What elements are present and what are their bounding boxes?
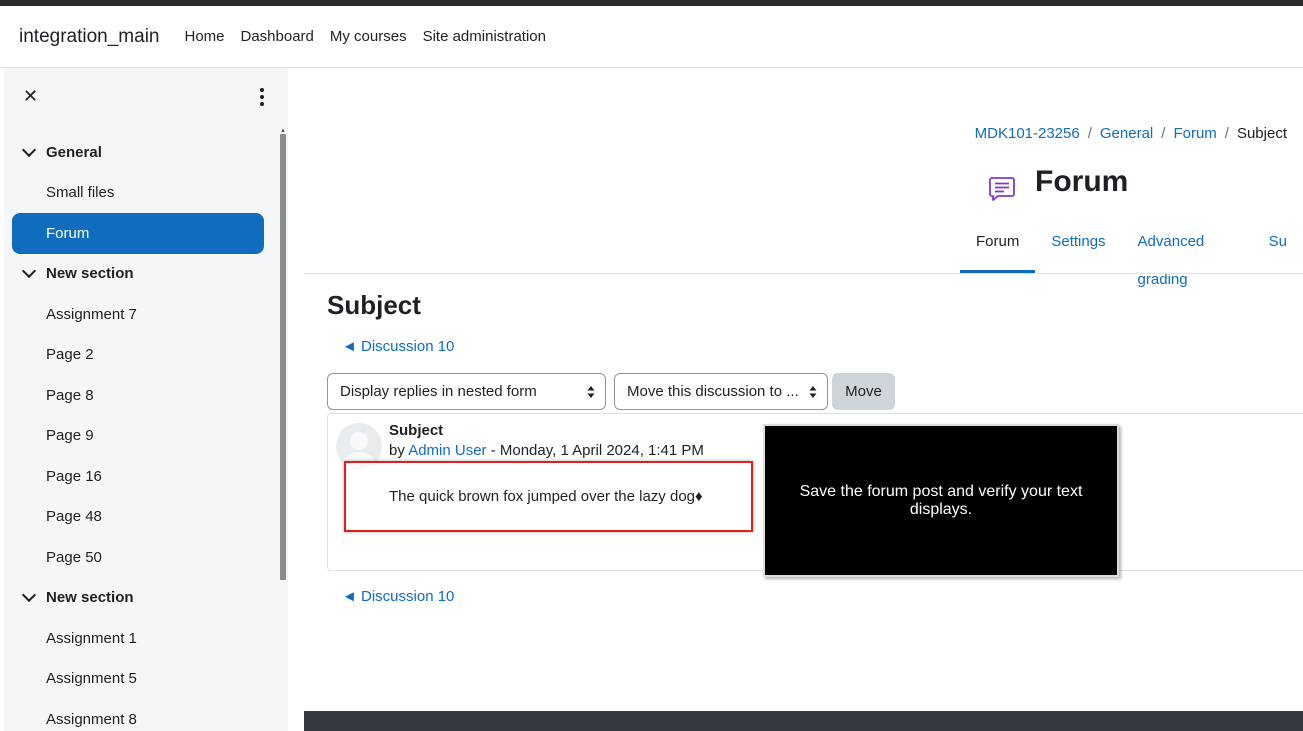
course-index-item[interactable]: Assignment 7 — [4, 294, 280, 335]
display-mode-select-value: Display replies in nested form — [340, 383, 537, 400]
scroll-up-arrow[interactable]: ▲ — [280, 128, 286, 134]
secondary-navigation: Forum Settings Advanced grading Su — [960, 223, 1303, 288]
breadcrumb-separator: / — [1087, 125, 1092, 142]
tab-subscriptions[interactable]: Su — [1253, 223, 1303, 273]
breadcrumb-course[interactable]: MDK101-23256 — [975, 125, 1080, 142]
move-discussion-select-value: Move this discussion to ... — [627, 383, 799, 400]
nav-my-courses[interactable]: My courses — [330, 28, 407, 45]
chevron-down-icon[interactable] — [21, 264, 37, 279]
previous-discussion-link[interactable]: ◄ Discussion 10 — [342, 338, 454, 355]
course-index-item[interactable]: Forum — [12, 213, 264, 254]
breadcrumb-general[interactable]: General — [1100, 125, 1153, 142]
tabs-divider — [304, 273, 1303, 274]
course-index-label: Page 2 — [46, 346, 94, 364]
course-index-section[interactable]: New section — [4, 578, 280, 619]
course-index-label: General — [46, 143, 102, 161]
highlight-box — [344, 461, 753, 532]
course-index-item[interactable]: Page 50 — [4, 537, 280, 578]
post-author-link[interactable]: Admin User — [408, 442, 486, 459]
course-index-item[interactable]: Assignment 1 — [4, 618, 280, 659]
course-index-item[interactable]: Assignment 8 — [4, 699, 280, 731]
course-index-item[interactable]: Page 16 — [4, 456, 280, 497]
course-index-drawer: ✕ ▲ General Small files Forum New section As… — [4, 68, 288, 731]
nav-site-administration[interactable]: Site administration — [423, 28, 546, 45]
chevron-down-icon[interactable] — [21, 588, 37, 603]
close-icon[interactable]: ✕ — [23, 86, 39, 106]
tab-forum[interactable]: Forum — [960, 223, 1036, 273]
breadcrumb-separator: / — [1224, 125, 1229, 142]
breadcrumb-forum[interactable]: Forum — [1173, 125, 1216, 142]
chevron-down-icon[interactable] — [21, 142, 37, 157]
post-by-label: by — [389, 442, 409, 459]
course-index-label: Page 8 — [46, 386, 94, 404]
course-index-label: New section — [46, 265, 134, 283]
course-index-label: Page 50 — [46, 548, 102, 566]
course-index-label: Assignment 8 — [46, 710, 137, 728]
post-date: - Monday, 1 April 2024, 1:41 PM — [486, 442, 704, 459]
discussion-title: Subject — [327, 290, 421, 320]
tab-settings[interactable]: Settings — [1035, 223, 1121, 273]
course-index-item[interactable]: Small files — [4, 173, 280, 214]
course-index-label: Page 16 — [46, 467, 102, 485]
page-header: Forum — [984, 159, 1128, 207]
select-arrows-icon — [809, 386, 817, 398]
previous-discussion-link-bottom[interactable]: ◄ Discussion 10 — [342, 588, 454, 605]
move-discussion-select[interactable]: Move this discussion to ... — [614, 373, 828, 410]
breadcrumb-separator: / — [1161, 125, 1166, 142]
course-index-label: Page 48 — [46, 508, 102, 526]
course-index-item[interactable]: Page 48 — [4, 497, 280, 538]
breadcrumb: MDK101-23256 / General / Forum / Subject — [975, 125, 1287, 142]
course-index-label: Assignment 1 — [46, 629, 137, 647]
course-index-item[interactable]: Page 8 — [4, 375, 280, 416]
course-index-label: Page 9 — [46, 427, 94, 445]
course-index-item[interactable]: Page 9 — [4, 416, 280, 457]
drawer-scrollbar[interactable] — [280, 134, 286, 580]
breadcrumb-current: Subject — [1236, 125, 1287, 142]
site-brand[interactable]: integration_main — [19, 26, 159, 48]
course-index-label: Assignment 7 — [46, 305, 137, 323]
post-subject: Subject — [389, 422, 444, 439]
course-index-label: New section — [46, 589, 134, 607]
nav-dashboard[interactable]: Dashboard — [241, 28, 314, 45]
post-byline: by Admin User - Monday, 1 April 2024, 1:… — [389, 442, 704, 459]
course-index-section[interactable]: General — [4, 132, 280, 173]
course-index-item[interactable]: Assignment 5 — [4, 659, 280, 700]
instruction-tooltip-text: Save the forum post and verify your text… — [799, 482, 1083, 518]
course-index-item[interactable]: Page 2 — [4, 335, 280, 376]
instruction-tooltip: Save the forum post and verify your text… — [763, 424, 1119, 577]
course-index-label: Small files — [46, 184, 115, 202]
main-content: MDK101-23256 / General / Forum / Subject… — [304, 68, 1303, 731]
tab-advanced-grading[interactable]: Advanced grading — [1122, 223, 1253, 288]
page-title: Forum — [1035, 165, 1129, 198]
course-index-section[interactable]: New section — [4, 254, 280, 295]
course-index: General Small files Forum New section Assign… — [4, 132, 280, 731]
top-navbar: integration_main Home Dashboard My cours… — [0, 6, 1303, 68]
nav-home[interactable]: Home — [184, 28, 224, 45]
page-footer — [304, 711, 1303, 731]
kebab-menu-icon[interactable] — [256, 86, 268, 108]
display-mode-select[interactable]: Display replies in nested form — [327, 373, 606, 410]
select-arrows-icon — [587, 386, 595, 398]
course-index-label: Assignment 5 — [46, 670, 137, 688]
forum-icon — [989, 177, 1015, 201]
move-button[interactable]: Move — [832, 373, 895, 410]
course-index-label: Forum — [46, 224, 90, 242]
